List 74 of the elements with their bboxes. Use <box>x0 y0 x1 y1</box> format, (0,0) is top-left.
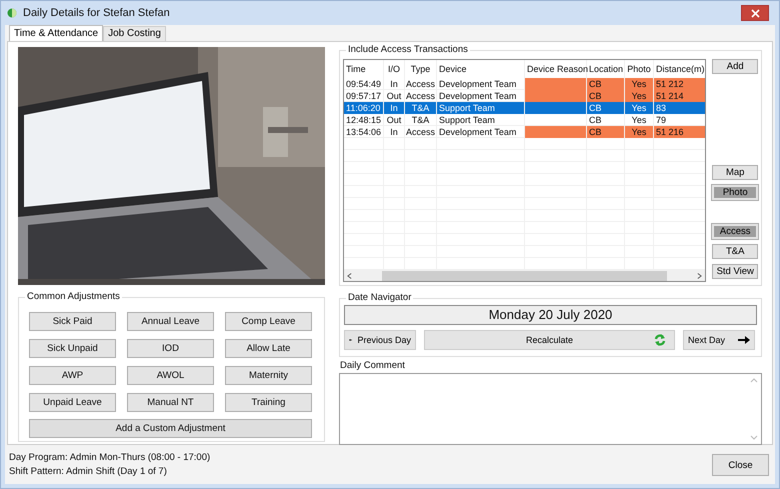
close-icon <box>750 8 760 18</box>
table-cell: Support Team <box>437 114 525 126</box>
table-cell: CB <box>587 102 625 114</box>
side-button[interactable]: Photo <box>712 185 758 200</box>
column-header[interactable]: I/O <box>384 60 405 78</box>
table-cell: Yes <box>625 90 654 102</box>
tab[interactable]: Job Costing <box>103 26 166 41</box>
side-button[interactable]: Access <box>712 224 758 239</box>
table-cell: CB <box>587 78 625 90</box>
adjustment-button[interactable]: Maternity <box>225 366 312 385</box>
side-button[interactable]: Add <box>712 59 758 74</box>
adjustment-button[interactable]: Comp Leave <box>225 312 312 331</box>
close-button[interactable] <box>741 5 769 21</box>
table-cell: 09:54:49 <box>344 78 384 90</box>
horizontal-scrollbar[interactable] <box>344 270 706 281</box>
table-cell: Yes <box>625 102 654 114</box>
status-text: Day Program: Admin Mon-Thurs (08:00 - 17:00) <box>9 451 210 465</box>
table-cell: Access <box>405 126 437 138</box>
table-cell: In <box>384 126 405 138</box>
previous-day-button[interactable]: Previous Day <box>344 330 416 350</box>
comment-field[interactable] <box>339 373 762 445</box>
table-cell: Out <box>384 114 405 126</box>
table-cell: 83 <box>654 102 706 114</box>
scroll-up-icon <box>750 378 758 383</box>
scroll-right-icon <box>697 272 702 280</box>
table-cell: In <box>384 102 405 114</box>
status-text: Shift Pattern: Admin Shift (Day 1 of 7) <box>9 465 168 479</box>
group-title: Common Adjustments <box>25 291 122 302</box>
scroll-left-icon <box>347 272 352 280</box>
side-button[interactable]: Std View <box>712 264 758 279</box>
adjustment-button[interactable]: Manual NT <box>127 393 214 412</box>
column-header[interactable]: Time <box>344 60 384 78</box>
group-title: Include Access Transactions <box>346 44 470 55</box>
adjustment-button[interactable]: IOD <box>127 339 214 358</box>
table-cell: 51 216 <box>654 126 706 138</box>
table-cell: Yes <box>625 126 654 138</box>
table-cell: CB <box>587 90 625 102</box>
table-cell: 51 214 <box>654 90 706 102</box>
table-cell: In <box>384 78 405 90</box>
scroll-down-icon <box>750 435 758 440</box>
table-cell: CB <box>587 126 625 138</box>
group-title: Date Navigator <box>346 292 414 303</box>
table-cell: Access <box>405 78 437 90</box>
side-button[interactable]: T&A <box>712 244 758 259</box>
table-cell: 11:06:20 <box>344 102 384 114</box>
adjustment-button[interactable]: Unpaid Leave <box>29 393 116 412</box>
table-cell: Support Team <box>437 102 525 114</box>
table-cell: 13:54:06 <box>344 126 384 138</box>
table-cell: 51 212 <box>654 78 706 90</box>
table-cell: Yes <box>625 78 654 90</box>
field-label: Daily Comment <box>340 360 406 371</box>
adjustment-button[interactable]: Training <box>225 393 312 412</box>
custom-adjustment-button[interactable]: Add a Custom Adjustment <box>29 419 312 438</box>
window-title: Daily Details for Stefan Stefan <box>23 7 171 19</box>
table-cell: 12:48:15 <box>344 114 384 126</box>
adjustment-button[interactable]: Sick Unpaid <box>29 339 116 358</box>
date-display: Monday 20 July 2020 <box>344 305 757 325</box>
adjustment-button[interactable]: Sick Paid <box>29 312 116 331</box>
next-day-button[interactable]: Next Day <box>683 330 755 350</box>
column-header[interactable]: Device <box>437 60 525 78</box>
recalculate-button[interactable]: Recalculate <box>424 330 675 350</box>
column-header[interactable]: Type <box>405 60 437 78</box>
refresh-icon <box>654 334 666 346</box>
adjustment-button[interactable]: AWP <box>29 366 116 385</box>
tab[interactable]: Time & Attendance <box>9 25 104 41</box>
arrow-right-icon <box>738 336 750 344</box>
adjustment-button[interactable]: AWOL <box>127 366 214 385</box>
adjustment-button[interactable]: Allow Late <box>225 339 312 358</box>
adjustment-button[interactable]: Annual Leave <box>127 312 214 331</box>
close-button[interactable]: Close <box>712 454 769 476</box>
app-icon <box>7 8 17 18</box>
side-button[interactable]: Map <box>712 165 758 180</box>
table-cell: T&A <box>405 114 437 126</box>
table-cell: T&A <box>405 102 437 114</box>
